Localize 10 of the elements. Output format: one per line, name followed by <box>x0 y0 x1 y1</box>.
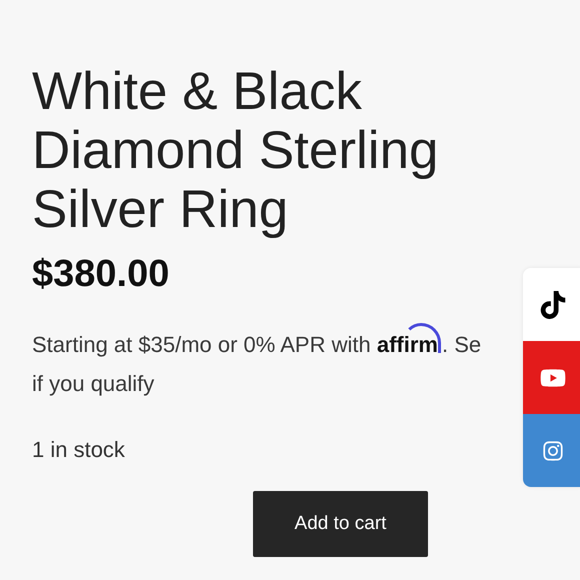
instagram-link[interactable] <box>523 414 580 487</box>
tiktok-link[interactable] <box>523 268 580 341</box>
product-title: White & Black Diamond Sterling Silver Ring <box>32 62 440 239</box>
youtube-link[interactable] <box>523 341 580 414</box>
instagram-icon <box>542 440 564 462</box>
affirm-logo[interactable]: affirm <box>376 323 442 357</box>
stock-status: 1 in stock <box>32 437 125 463</box>
tiktok-icon <box>539 290 567 318</box>
add-to-cart-button[interactable]: Add to cart <box>253 491 428 557</box>
product-price: $380.00 <box>32 252 170 297</box>
